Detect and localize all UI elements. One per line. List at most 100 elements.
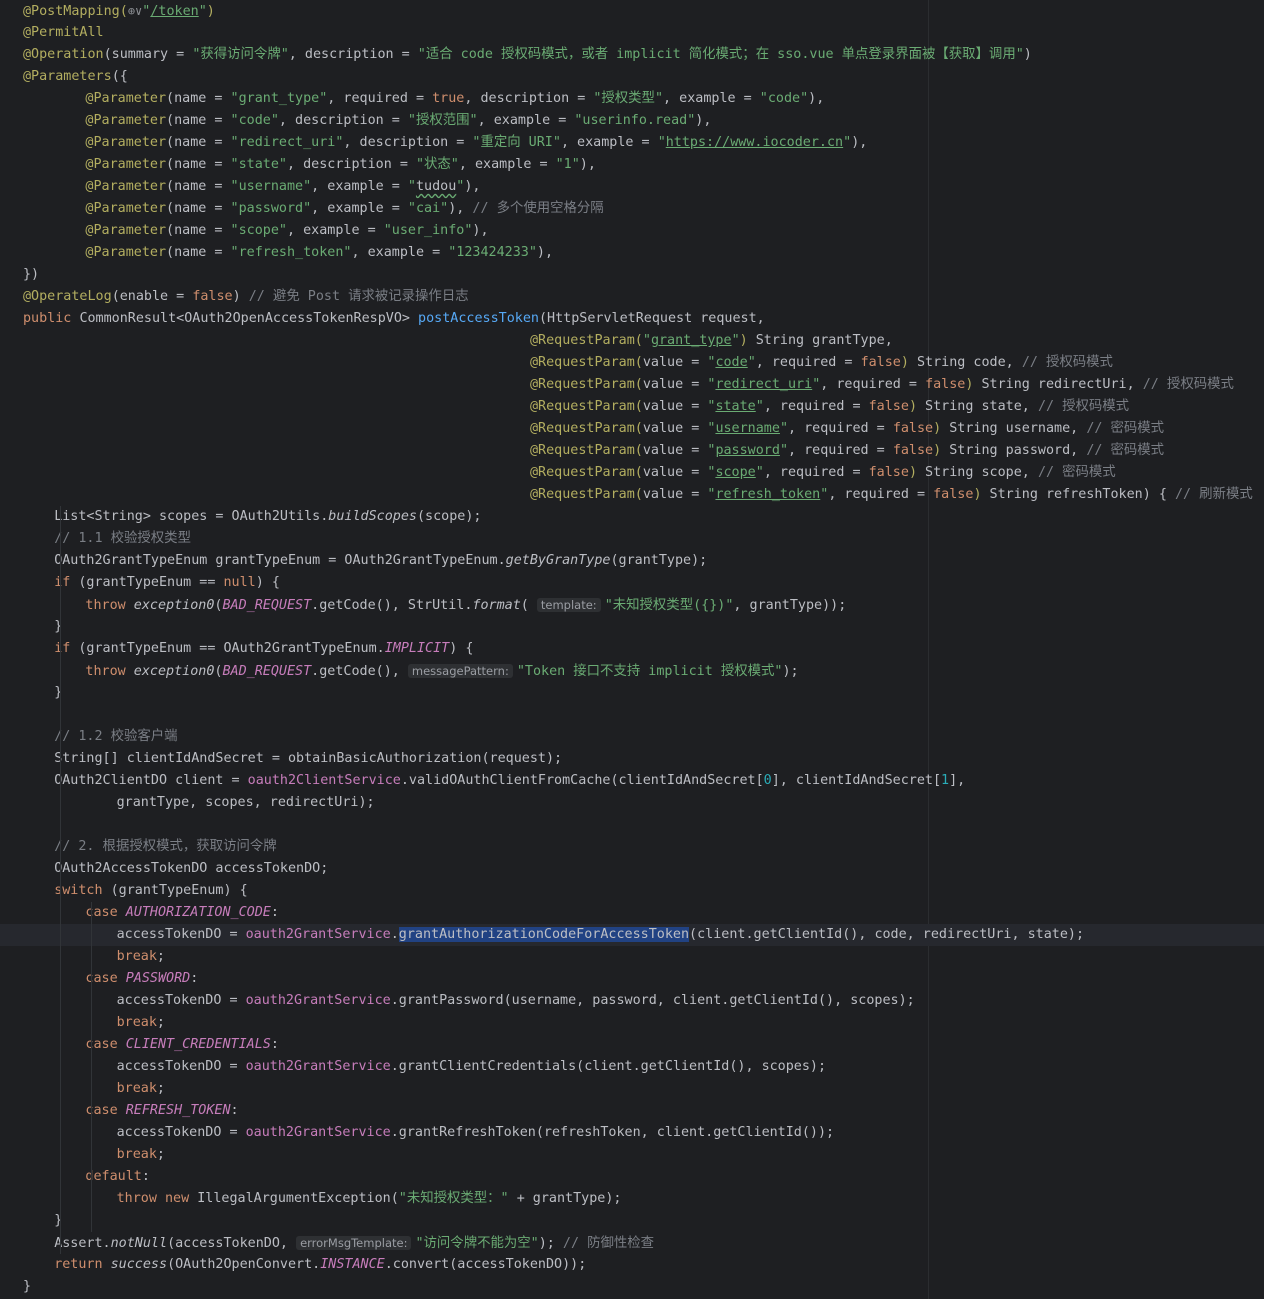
link-token[interactable]: password bbox=[715, 443, 780, 458]
code-line[interactable]: @Parameter(name = "refresh_token", examp… bbox=[0, 242, 1264, 264]
code-line[interactable]: OAuth2AccessTokenDO accessTokenDO; bbox=[0, 858, 1264, 880]
code-line[interactable]: // 1.2 校验客户端 bbox=[0, 726, 1264, 748]
code-token: ), bbox=[448, 201, 473, 216]
code-line[interactable]: OAuth2ClientDO client = oauth2ClientServ… bbox=[0, 770, 1264, 792]
code-line[interactable]: throw exception0(BAD_REQUEST.getCode(), … bbox=[0, 660, 1264, 682]
link-token[interactable]: grant_type bbox=[651, 333, 732, 348]
code-line[interactable] bbox=[0, 704, 1264, 726]
code-line[interactable]: OAuth2GrantTypeEnum grantTypeEnum = OAut… bbox=[0, 550, 1264, 572]
code-token: accessTokenDO = bbox=[116, 1059, 246, 1074]
code-line[interactable]: @Parameters({ bbox=[0, 66, 1264, 88]
code-line[interactable]: return success(OAuth2OpenConvert.INSTANC… bbox=[0, 1254, 1264, 1276]
string-token: "未知授权类型({})" bbox=[604, 598, 734, 613]
code-line[interactable]: @Parameter(name = "redirect_uri", descri… bbox=[0, 132, 1264, 154]
static-method-token: buildScopes bbox=[328, 509, 417, 524]
code-token: accessTokenDO = bbox=[116, 927, 246, 942]
code-line[interactable]: break; bbox=[0, 1012, 1264, 1034]
code-line[interactable]: case AUTHORIZATION_CODE: bbox=[0, 902, 1264, 924]
code-line[interactable]: @OperateLog(enable = false) // 避免 Post 请… bbox=[0, 286, 1264, 308]
code-line[interactable]: @Operation(summary = "获得访问令牌", descripti… bbox=[0, 44, 1264, 66]
code-line[interactable]: break; bbox=[0, 946, 1264, 968]
code-line[interactable]: case CLIENT_CREDENTIALS: bbox=[0, 1034, 1264, 1056]
code-line[interactable]: throw exception0(BAD_REQUEST.getCode(), … bbox=[0, 594, 1264, 616]
code-line[interactable]: @RequestParam(value = "refresh_token", r… bbox=[0, 484, 1264, 506]
code-line[interactable]: @Parameter(name = "scope", example = "us… bbox=[0, 220, 1264, 242]
code-line[interactable]: @PermitAll bbox=[0, 22, 1264, 44]
code-token: ], clientIdAndSecret[ bbox=[771, 773, 942, 788]
code-line-content: throw exception0 (BAD_REQUEST.getCode(), … bbox=[85, 594, 846, 617]
code-line[interactable]: accessTokenDO = oauth2GrantService.grant… bbox=[0, 1056, 1264, 1078]
keyword-token: public bbox=[23, 311, 80, 326]
code-line[interactable]: accessTokenDO = oauth2GrantService.grant… bbox=[0, 924, 1264, 946]
code-line[interactable]: case PASSWORD: bbox=[0, 968, 1264, 990]
code-line[interactable]: break; bbox=[0, 1078, 1264, 1100]
code-line[interactable]: }) bbox=[0, 264, 1264, 286]
code-line[interactable]: @Parameter(name = "password", example = … bbox=[0, 198, 1264, 220]
keyword-token: switch bbox=[54, 883, 111, 898]
link-token[interactable]: state bbox=[715, 399, 755, 414]
code-line-content: @Parameter(name = "state", description =… bbox=[85, 154, 596, 176]
code-token: : bbox=[270, 905, 279, 920]
link-token[interactable]: username bbox=[715, 421, 780, 436]
code-line[interactable]: if (grantTypeEnum == OAuth2GrantTypeEnum… bbox=[0, 638, 1264, 660]
code-line[interactable]: @RequestParam("grant_type") String grant… bbox=[0, 330, 1264, 352]
code-line[interactable] bbox=[0, 814, 1264, 836]
comment-token: // 授权码模式 bbox=[1142, 377, 1234, 392]
code-line[interactable]: default: bbox=[0, 1166, 1264, 1188]
comment-token: // 授权码模式 bbox=[1021, 355, 1113, 370]
string-token: "userinfo.read" bbox=[574, 113, 696, 128]
code-editor[interactable]: @PostMapping(⊕∨"/token") @PermitAll @Opera… bbox=[0, 0, 1264, 1299]
link-token[interactable]: scope bbox=[715, 465, 755, 480]
code-line[interactable]: @RequestParam(value = "username", requir… bbox=[0, 418, 1264, 440]
code-token: ; bbox=[156, 1015, 165, 1030]
code-line[interactable]: if (grantTypeEnum == null) { bbox=[0, 572, 1264, 594]
code-line[interactable]: } bbox=[0, 1276, 1264, 1298]
code-token: (grantTypeEnum == bbox=[78, 575, 224, 590]
string-token: "redirect_uri" bbox=[230, 135, 344, 150]
code-line[interactable]: @RequestParam(value = "scope", required … bbox=[0, 462, 1264, 484]
code-line[interactable]: @Parameter(name = "username", example = … bbox=[0, 176, 1264, 198]
code-line[interactable]: @RequestParam(value = "redirect_uri", re… bbox=[0, 374, 1264, 396]
code-line[interactable]: String[] clientIdAndSecret = obtainBasic… bbox=[0, 748, 1264, 770]
code-line[interactable]: Assert.notNull(accessTokenDO, errorMsgTe… bbox=[0, 1232, 1264, 1254]
code-line[interactable]: accessTokenDO = oauth2GrantService.grant… bbox=[0, 1122, 1264, 1144]
code-line[interactable]: } bbox=[0, 1210, 1264, 1232]
code-line[interactable]: } bbox=[0, 682, 1264, 704]
link-token[interactable]: refresh_token bbox=[715, 487, 820, 502]
code-token: (name = bbox=[166, 157, 231, 172]
code-token: accessTokenDO = bbox=[116, 1125, 246, 1140]
code-line[interactable]: @Parameter(name = "state", description =… bbox=[0, 154, 1264, 176]
code-line[interactable]: @RequestParam(value = "code", required =… bbox=[0, 352, 1264, 374]
code-line[interactable]: break; bbox=[0, 1144, 1264, 1166]
code-line-content: case REFRESH_TOKEN: bbox=[85, 1100, 238, 1122]
code-token: IllegalArgumentException( bbox=[197, 1191, 399, 1206]
link-token[interactable]: https://www.iocoder.cn bbox=[666, 135, 843, 150]
code-line[interactable]: @Parameter(name = "code", description = … bbox=[0, 110, 1264, 132]
code-line[interactable]: } bbox=[0, 616, 1264, 638]
static-method-token: exception0 bbox=[133, 598, 215, 613]
code-token: (accessTokenDO, bbox=[167, 1236, 297, 1251]
code-line[interactable]: switch (grantTypeEnum) { bbox=[0, 880, 1264, 902]
code-line[interactable]: case REFRESH_TOKEN: bbox=[0, 1100, 1264, 1122]
code-token: , description = bbox=[278, 113, 408, 128]
code-line[interactable]: accessTokenDO = oauth2GrantService.grant… bbox=[0, 990, 1264, 1012]
code-line[interactable]: @RequestParam(value = "password", requir… bbox=[0, 440, 1264, 462]
string-token: " bbox=[657, 135, 666, 150]
link-token[interactable]: redirect_uri bbox=[715, 377, 812, 392]
selected-text[interactable]: grantAuthorizationCodeForAccessToken bbox=[398, 927, 690, 942]
code-line-content: @Parameter(name = "scope", example = "us… bbox=[85, 220, 488, 242]
code-line[interactable]: @Parameter(name = "grant_type", required… bbox=[0, 88, 1264, 110]
code-line[interactable]: throw new IllegalArgumentException("未知授权… bbox=[0, 1188, 1264, 1210]
code-token: ); bbox=[782, 664, 799, 679]
link-token[interactable]: /token bbox=[150, 4, 198, 19]
code-line[interactable]: // 1.1 校验授权类型 bbox=[0, 528, 1264, 550]
code-line[interactable]: grantType, scopes, redirectUri); bbox=[0, 792, 1264, 814]
code-line[interactable]: public CommonResult<OAuth2OpenAccessToke… bbox=[0, 308, 1264, 330]
code-line[interactable]: List<String> scopes = OAuth2Utils.buildS… bbox=[0, 506, 1264, 528]
code-line[interactable]: @PostMapping(⊕∨"/token") bbox=[0, 0, 1264, 22]
link-token[interactable]: code bbox=[715, 355, 747, 370]
number-token: 1 bbox=[941, 773, 950, 788]
code-line-content: // 1.1 校验授权类型 bbox=[54, 528, 191, 550]
code-line[interactable]: // 2. 根据授权模式，获取访问令牌 bbox=[0, 836, 1264, 858]
code-line[interactable]: @RequestParam(value = "state", required … bbox=[0, 396, 1264, 418]
